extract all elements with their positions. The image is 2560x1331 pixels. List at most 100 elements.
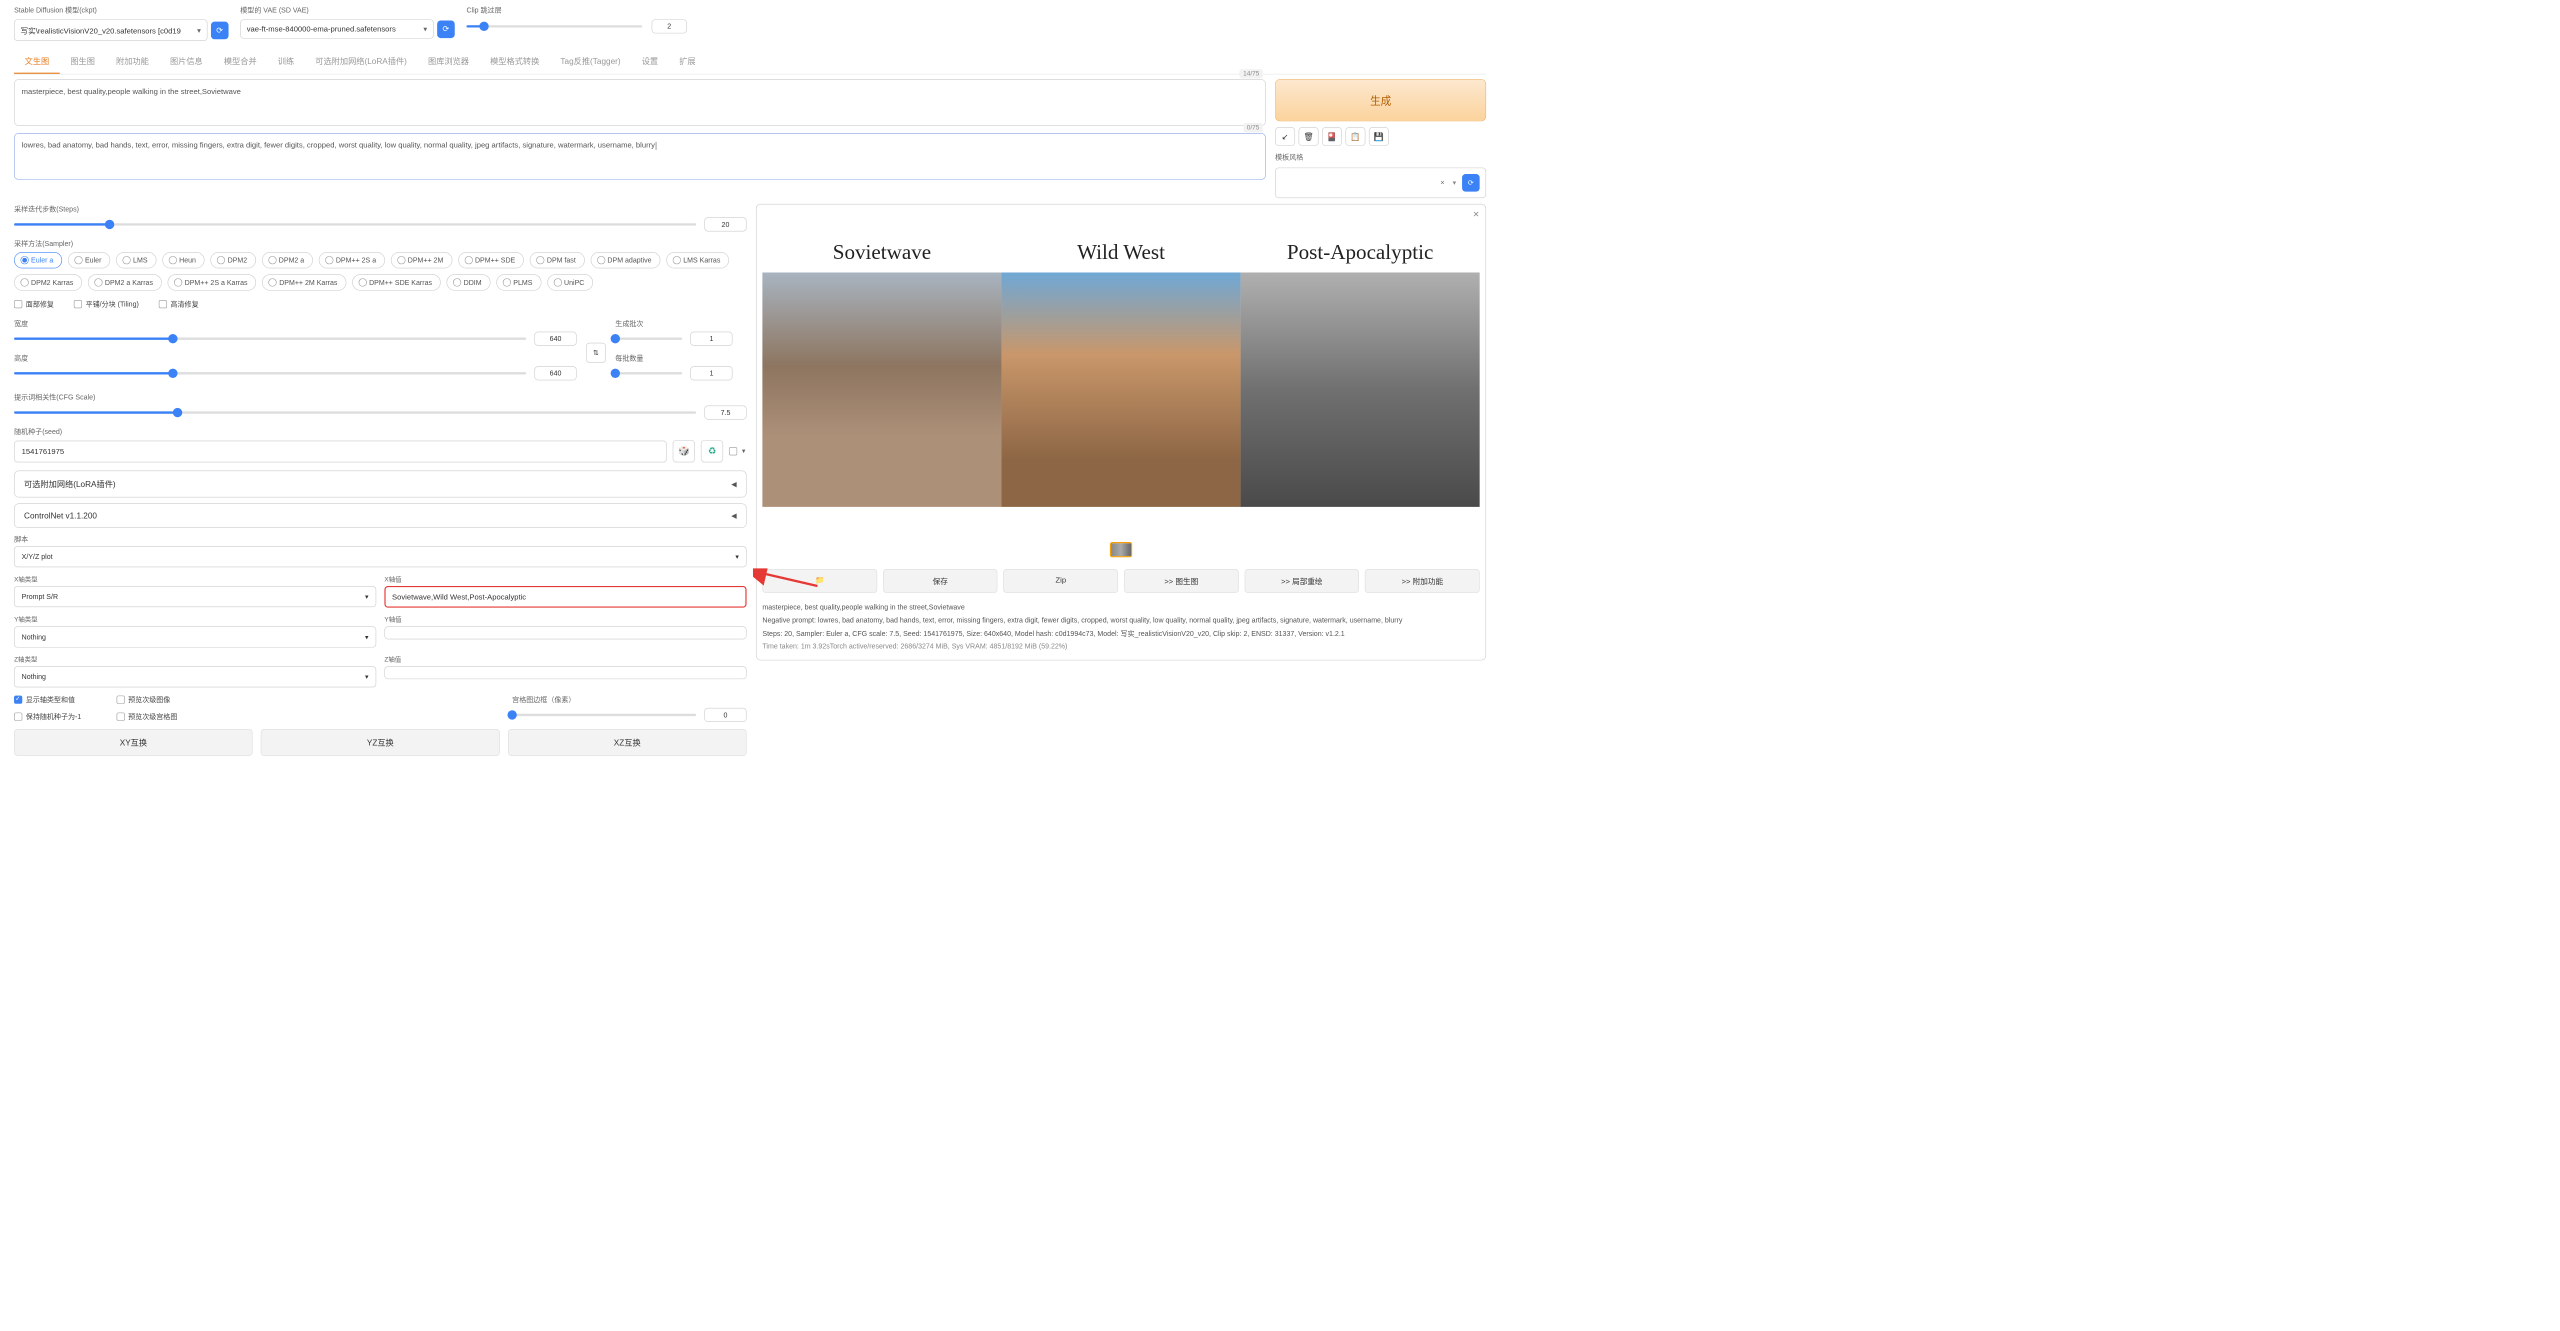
tab-2[interactable]: 附加功能 (105, 49, 159, 74)
prompt-negative[interactable]: 0/75 lowres, bad anatomy, bad hands, tex… (14, 133, 1266, 180)
prompt-positive[interactable]: 14/75 masterpiece, best quality,people w… (14, 79, 1266, 126)
sampler-option[interactable]: DDIM (447, 274, 491, 290)
seed-random-button[interactable]: 🎲 (673, 440, 695, 462)
show-axis-check[interactable]: 显示轴类型和值 (14, 694, 81, 704)
z-type-dropdown[interactable]: Nothing (14, 666, 376, 687)
output-action-button[interactable]: Zip (1003, 569, 1118, 593)
tab-1[interactable]: 图生图 (60, 49, 106, 74)
sampler-option[interactable]: DPM2 a Karras (88, 274, 162, 290)
refresh-checkpoint-icon[interactable]: ⟳ (211, 21, 229, 39)
tab-6[interactable]: 可选附加网络(LoRA插件) (305, 49, 418, 74)
swap-button[interactable]: YZ互换 (261, 729, 500, 756)
y-type-dropdown[interactable]: Nothing (14, 626, 376, 647)
sampler-option[interactable]: UniPC (547, 274, 593, 290)
seed-reuse-button[interactable]: ♻ (701, 440, 723, 462)
height-slider[interactable] (14, 372, 526, 374)
output-action-button[interactable]: >> 局部重绘 (1244, 569, 1359, 593)
swap-button[interactable]: XY互换 (14, 729, 253, 756)
sampler-option[interactable]: DPM++ 2S a (319, 252, 385, 268)
lora-accordion[interactable]: 可选附加网络(LoRA插件) ◀ (14, 471, 747, 498)
sampler-option[interactable]: DPM++ 2S a Karras (168, 274, 257, 290)
margin-label: 宫格图边框（像素） (512, 694, 746, 704)
swap-dimensions-button[interactable]: ⇅ (586, 343, 606, 363)
sampler-option[interactable]: Euler a (14, 252, 62, 268)
output-action-button[interactable]: 保存 (883, 569, 998, 593)
sampler-option[interactable]: PLMS (496, 274, 541, 290)
tab-7[interactable]: 图库浏览器 (417, 49, 479, 74)
cfg-value[interactable]: 7.5 (704, 406, 746, 420)
sampler-option[interactable]: Heun (162, 252, 205, 268)
seed-input[interactable]: 1541761975 (14, 440, 667, 462)
sampler-option[interactable]: DPM++ SDE (458, 252, 524, 268)
checkpoint-dropdown[interactable]: 写实\realisticVisionV20_v20.safetensors [c… (14, 19, 207, 41)
tab-0[interactable]: 文生图 (14, 49, 60, 74)
refresh-vae-icon[interactable]: ⟳ (437, 20, 455, 38)
steps-value[interactable]: 20 (704, 217, 746, 231)
output-thumbnail[interactable] (1110, 542, 1132, 557)
sampler-option[interactable]: DPM adaptive (590, 252, 660, 268)
width-value[interactable]: 640 (534, 332, 576, 346)
refresh-styles-icon[interactable]: ⟳ (1462, 174, 1480, 192)
sampler-option[interactable]: DPM++ SDE Karras (352, 274, 441, 290)
z-val-input[interactable] (384, 666, 746, 679)
x-val-input[interactable]: Sovietwave,Wild West,Post-Apocalyptic (384, 586, 746, 608)
swap-button[interactable]: XZ互换 (508, 729, 747, 756)
tab-11[interactable]: 扩展 (669, 49, 707, 74)
x-type-dropdown[interactable]: Prompt S/R (14, 586, 376, 607)
clip-skip-slider[interactable] (466, 25, 642, 27)
vae-dropdown[interactable]: vae-ft-mse-840000-ema-pruned.safetensors (240, 19, 433, 38)
sampler-option[interactable]: Euler (68, 252, 110, 268)
height-label: 高度 (14, 353, 577, 363)
sub-image-check[interactable]: 预览次级图像 (116, 694, 477, 704)
sampler-option[interactable]: DPM++ 2M Karras (262, 274, 346, 290)
open-folder-button[interactable]: 📁 (762, 569, 877, 593)
sampler-option[interactable]: DPM++ 2M (391, 252, 452, 268)
tab-5[interactable]: 训练 (267, 49, 305, 74)
output-action-button[interactable]: >> 附加功能 (1365, 569, 1480, 593)
style-clear-icon[interactable]: × (1440, 179, 1444, 187)
height-value[interactable]: 640 (534, 366, 576, 380)
tab-8[interactable]: 模型格式转换 (480, 49, 550, 74)
generate-button[interactable]: 生成 (1275, 79, 1486, 121)
hires-check[interactable]: 高清修复 (159, 299, 199, 309)
batch-count-slider[interactable] (615, 338, 682, 340)
script-label: 脚本 (14, 534, 747, 544)
tab-10[interactable]: 设置 (631, 49, 669, 74)
script-dropdown[interactable]: X/Y/Z plot (14, 546, 747, 567)
margin-slider[interactable] (512, 714, 696, 716)
steps-slider[interactable] (14, 223, 696, 225)
sampler-option[interactable]: LMS (116, 252, 156, 268)
tab-3[interactable]: 图片信息 (159, 49, 213, 74)
sampler-option[interactable]: DPM2 (211, 252, 256, 268)
width-slider[interactable] (14, 338, 526, 340)
card-icon[interactable]: 🎴 (1322, 127, 1342, 146)
batch-size-value[interactable]: 1 (690, 366, 732, 380)
trash-icon[interactable]: 🗑 (1299, 127, 1319, 146)
batch-count-value[interactable]: 1 (690, 332, 732, 346)
sampler-option[interactable]: DPM fast (530, 252, 585, 268)
margin-value[interactable]: 0 (704, 708, 746, 722)
seed-extra-check[interactable] (729, 447, 737, 455)
tiling-check[interactable]: 平铺/分块 (Tiling) (74, 299, 139, 309)
keep-seed-check[interactable]: 保持随机种子为-1 (14, 711, 81, 721)
save-icon[interactable]: 💾 (1369, 127, 1389, 146)
y-val-input[interactable] (384, 626, 746, 639)
tab-4[interactable]: 模型合并 (213, 49, 267, 74)
clipboard-icon[interactable]: 📋 (1345, 127, 1365, 146)
output-image-grid[interactable]: SovietwaveWild WestPost-Apocalyptic (762, 228, 1479, 507)
close-icon[interactable]: ✕ (1473, 209, 1480, 219)
sampler-option[interactable]: DPM2 a (262, 252, 313, 268)
sub-grid-check[interactable]: 预览次级宫格图 (116, 711, 477, 721)
output-action-button[interactable]: >> 图生图 (1124, 569, 1239, 593)
arrow-icon[interactable]: ↙ (1275, 127, 1295, 146)
output-time-text: Time taken: 1m 3.92sTorch active/reserve… (762, 641, 1479, 653)
sampler-option[interactable]: DPM2 Karras (14, 274, 82, 290)
controlnet-accordion[interactable]: ControlNet v1.1.200 ◀ (14, 503, 747, 528)
cfg-slider[interactable] (14, 411, 696, 413)
sampler-option[interactable]: LMS Karras (666, 252, 729, 268)
clip-skip-value[interactable]: 2 (652, 19, 687, 33)
batch-size-slider[interactable] (615, 372, 682, 374)
face-restore-check[interactable]: 面部修复 (14, 299, 54, 309)
tab-9[interactable]: Tag反推(Tagger) (550, 49, 631, 74)
prompt-positive-text: masterpiece, best quality,people walking… (22, 87, 241, 96)
